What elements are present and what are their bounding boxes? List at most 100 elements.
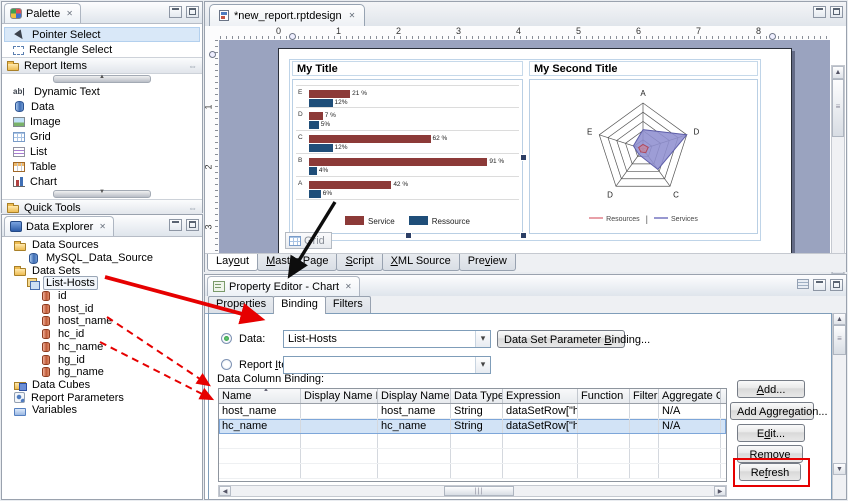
add-button[interactable]: Add... xyxy=(737,380,805,398)
radar-axis-label: D xyxy=(607,190,613,199)
data-explorer-tab[interactable]: Data Explorer ✕ xyxy=(4,216,114,236)
scroll-up-icon[interactable]: ▲ xyxy=(833,313,846,325)
tab-script[interactable]: Script xyxy=(336,254,382,271)
table-horizontal-scrollbar[interactable]: ◀ ||| ▶ xyxy=(218,485,727,497)
scroll-left-icon[interactable]: ◀ xyxy=(219,486,231,496)
tree-item-hg-name[interactable]: hg_name xyxy=(14,366,202,379)
column-header-expression[interactable]: Expression xyxy=(503,389,578,403)
palette-item-dynamic-text[interactable]: ab|Dynamic Text xyxy=(4,84,200,99)
palette-tool-rectangle-select[interactable]: Rectangle Select xyxy=(4,42,200,57)
chart1-title-cell[interactable]: My Title xyxy=(292,61,523,76)
scroll-down-pill[interactable]: ▼ xyxy=(53,190,151,198)
scroll-down-icon[interactable]: ▼ xyxy=(833,463,846,475)
tree-item-list-hosts[interactable]: List-Hosts xyxy=(14,277,202,290)
layout-toggle-icon[interactable]: ⇔ xyxy=(188,203,197,213)
palette-item-list[interactable]: List xyxy=(4,144,200,159)
tab-preview[interactable]: Preview xyxy=(459,254,516,271)
layout-canvas[interactable]: My Title My Second Title E21 %12%D7 %5%C… xyxy=(219,40,830,253)
layout-toggle-icon[interactable]: ⇔ xyxy=(188,61,197,71)
palette-item-data[interactable]: Data xyxy=(4,99,200,114)
close-icon[interactable]: ✕ xyxy=(349,11,356,20)
report-grid[interactable]: My Title My Second Title E21 %12%D7 %5%C… xyxy=(289,59,761,241)
binding-row-host-name[interactable]: host_namehost_nameStringdataSetRow["ho..… xyxy=(219,404,726,419)
tree-item-report-parameters[interactable]: Report Parameters xyxy=(14,391,202,404)
section-header-report-items[interactable]: Report Items⇔ xyxy=(2,57,202,74)
chart2-title-cell[interactable]: My Second Title xyxy=(529,61,758,76)
selection-handle[interactable] xyxy=(520,154,527,161)
data-radio[interactable] xyxy=(221,333,232,344)
tab-layout[interactable]: Layout xyxy=(207,254,258,271)
close-icon[interactable]: ✕ xyxy=(99,222,106,231)
radar-chart[interactable]: ADCDE Resources|Services xyxy=(529,79,758,234)
scroll-up-pill[interactable]: ▲ xyxy=(53,75,151,83)
palette-item-table[interactable]: Table xyxy=(4,159,200,174)
close-icon[interactable]: ✕ xyxy=(345,282,352,291)
tab-xml-source[interactable]: XML Source xyxy=(382,254,460,271)
close-icon[interactable]: ✕ xyxy=(66,9,73,18)
minimize-icon[interactable] xyxy=(813,6,826,18)
tree-item-label: Data Sources xyxy=(30,239,101,251)
view-menu-icon[interactable] xyxy=(797,279,809,289)
selection-handle[interactable] xyxy=(520,232,527,239)
selection-handle[interactable] xyxy=(405,232,412,239)
column-header-filter[interactable]: Filter xyxy=(630,389,659,403)
palette-tool-pointer-select[interactable]: Pointer Select xyxy=(4,27,200,42)
tree-item-mysql-data-source[interactable]: MySQL_Data_Source xyxy=(14,252,202,265)
add-aggregation-button[interactable]: Add Aggregation... xyxy=(730,402,814,420)
maximize-icon[interactable] xyxy=(830,279,843,291)
minimize-icon[interactable] xyxy=(169,6,182,18)
tree-item-hg-id[interactable]: hg_id xyxy=(14,353,202,366)
bar-chart[interactable]: E21 %12%D7 %5%C62 %12%B91 %4%A42 %6% Ser… xyxy=(292,79,523,234)
scrollbar-thumb[interactable] xyxy=(833,325,846,355)
tab-filters[interactable]: Filters xyxy=(325,296,371,314)
binding-row-hc-name[interactable]: hc_namehc_nameStringdataSetRow["hc...N/A xyxy=(219,419,726,434)
scrollbar-thumb[interactable] xyxy=(832,79,844,137)
palette-item-chart[interactable]: Chart xyxy=(4,174,200,189)
data-column-binding-table[interactable]: Name▲Display Name IDDisplay NameData Typ… xyxy=(218,388,727,482)
palette-item-grid[interactable]: Grid xyxy=(4,129,200,144)
minimize-icon[interactable] xyxy=(169,219,182,231)
dataset-combo[interactable]: List-Hosts xyxy=(283,330,491,348)
dataset-parameter-binding-button[interactable]: Data Set Parameter Binding... xyxy=(497,330,625,348)
property-editor-tab[interactable]: Property Editor - Chart ✕ xyxy=(207,276,360,296)
maximize-icon[interactable] xyxy=(186,219,199,231)
scroll-right-icon[interactable]: ▶ xyxy=(714,486,726,496)
tree-item-host-id[interactable]: host_id xyxy=(14,302,202,315)
radar-axis-label: A xyxy=(640,89,646,98)
tree-item-data-sources[interactable]: Data Sources xyxy=(14,239,202,252)
report-page[interactable]: My Title My Second Title E21 %12%D7 %5%C… xyxy=(278,48,792,253)
edit-button[interactable]: Edit... xyxy=(737,424,805,442)
tab-binding[interactable]: Binding xyxy=(273,296,326,314)
report-item-radio[interactable] xyxy=(221,359,232,370)
grid-breadcrumb[interactable]: Grid xyxy=(285,232,332,249)
scroll-up-icon[interactable]: ▲ xyxy=(832,66,844,79)
palette-tab[interactable]: Palette ✕ xyxy=(4,3,81,23)
tab-master-page[interactable]: Master Page xyxy=(257,254,337,271)
category-label: E xyxy=(296,89,309,107)
column-header-name[interactable]: Name▲ xyxy=(219,389,301,403)
tree-item-hc-id[interactable]: hc_id xyxy=(14,328,202,341)
grid-breadcrumb-label: Grid xyxy=(304,235,325,247)
editor-vertical-scrollbar[interactable]: ▲ ▼ xyxy=(831,65,845,275)
tree-item-data-sets[interactable]: Data Sets xyxy=(14,264,202,277)
column-header-data-type[interactable]: Data Type xyxy=(451,389,503,403)
tab-properties[interactable]: Properties xyxy=(208,296,274,314)
tree-item-variables[interactable]: Variables xyxy=(14,404,202,417)
editor-tab[interactable]: *new_report.rptdesign ✕ xyxy=(209,4,365,26)
tree-item-id[interactable]: id xyxy=(14,290,202,303)
tree-item-hc-name[interactable]: hc_name xyxy=(14,341,202,354)
pe-vertical-scrollbar[interactable]: ▲ ▼ xyxy=(832,313,846,499)
column-header-aggregate-on[interactable]: Aggregate On xyxy=(659,389,721,403)
column-header-display-name[interactable]: Display Name xyxy=(378,389,451,403)
tree-item-data-cubes[interactable]: Data Cubes xyxy=(14,379,202,392)
scrollbar-thumb[interactable]: ||| xyxy=(444,486,514,496)
palette-item-image[interactable]: Image xyxy=(4,114,200,129)
legend-swatch xyxy=(589,217,603,219)
column-header-function[interactable]: Function xyxy=(578,389,630,403)
tree-item-host-name[interactable]: host_name xyxy=(14,315,202,328)
maximize-icon[interactable] xyxy=(830,6,843,18)
maximize-icon[interactable] xyxy=(186,6,199,18)
report-item-combo[interactable] xyxy=(283,356,491,374)
minimize-icon[interactable] xyxy=(813,279,826,291)
column-header-display-name-id[interactable]: Display Name ID xyxy=(301,389,378,403)
